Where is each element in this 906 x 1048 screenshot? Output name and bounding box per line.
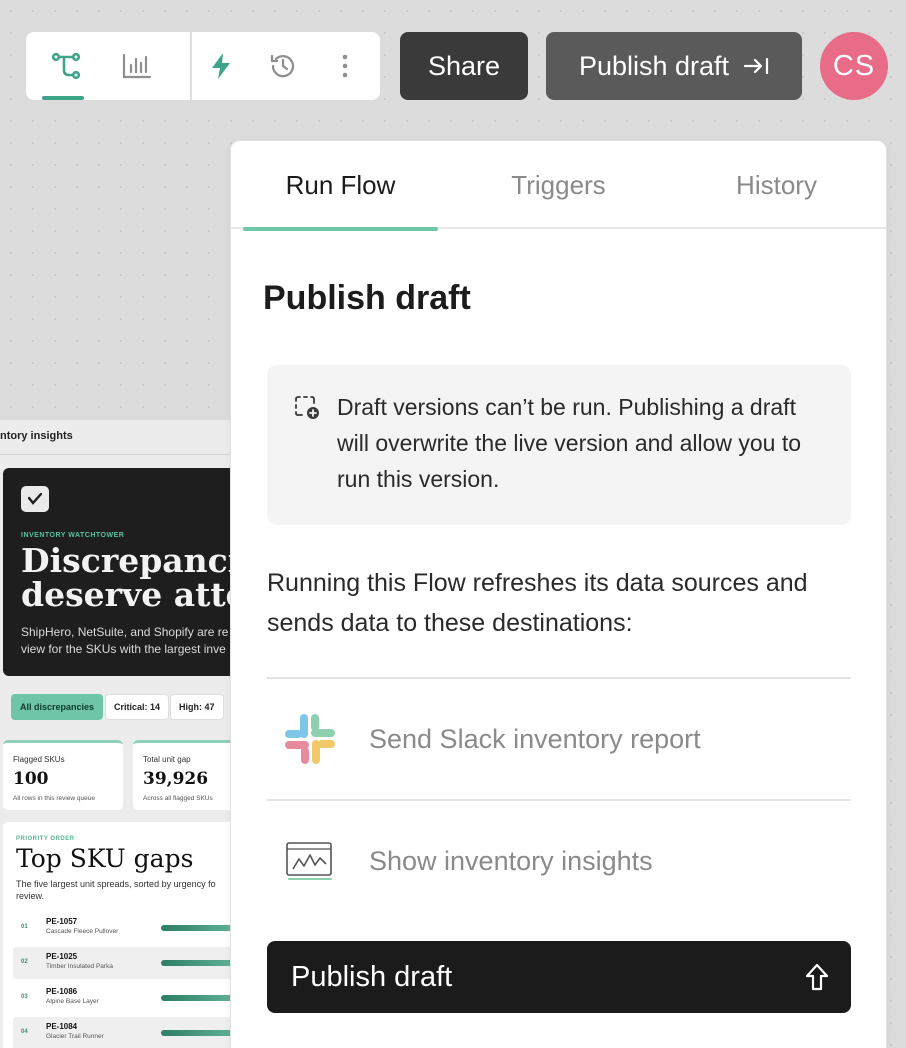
- hero-subtitle: ShipHero, NetSuite, and Shopify are re v…: [21, 624, 228, 658]
- gap-sku: PE-1086: [46, 987, 78, 996]
- destinations-intro: Running this Flow refreshes its data sou…: [267, 569, 808, 637]
- flow-toolbar: [26, 32, 380, 100]
- chip-all-discrepancies[interactable]: All discrepancies: [11, 694, 104, 720]
- hero-title-line1: Discrepancie: [21, 541, 232, 580]
- gap-name: Cascade Fleece Pullover: [46, 928, 119, 935]
- run-flow-panel: Run Flow Triggers History Publish draft …: [230, 140, 887, 1048]
- report-divider: [0, 454, 232, 455]
- chip-critical[interactable]: Critical: 14: [105, 694, 170, 720]
- destination-slack[interactable]: Send Slack inventory report: [267, 679, 851, 799]
- stat-card-flagged: Flagged SKUs 100 All rows in this review…: [3, 740, 123, 810]
- stat-note: Across all flagged SKUs: [143, 795, 213, 802]
- gap-bar: [161, 960, 232, 966]
- gap-bar: [161, 925, 232, 931]
- gap-name: Glacier Trail Runner: [46, 1033, 104, 1040]
- history-button[interactable]: [252, 32, 314, 100]
- gaps-title: Top SKU gaps: [16, 844, 194, 873]
- hero-title: Discrepancie deserve atter: [21, 544, 232, 612]
- logo-icon: [21, 486, 49, 512]
- draft-add-icon: [295, 396, 319, 419]
- hero-eyebrow: INVENTORY WATCHTOWER: [21, 532, 125, 539]
- destination-label: Show inventory insights: [369, 845, 653, 876]
- arrow-to-right-icon: [743, 57, 769, 75]
- more-vertical-icon: [342, 54, 348, 78]
- publish-draft-label: Publish draft: [291, 960, 453, 993]
- stat-label: Flagged SKUs: [13, 755, 65, 764]
- history-icon: [270, 54, 295, 78]
- bar-chart-icon: [122, 53, 152, 79]
- share-button[interactable]: Share: [400, 32, 528, 100]
- hero-sub-line2: view for the SKUs with the largest inve: [21, 642, 226, 656]
- tab-history[interactable]: History: [679, 141, 874, 229]
- publish-draft-top-label: Publish draft: [578, 50, 730, 81]
- dashboard-chart-icon: [286, 842, 332, 880]
- draft-notice: Draft versions can’t be run. Publishing …: [267, 365, 851, 525]
- user-avatar[interactable]: CS: [820, 32, 888, 100]
- gaps-eyebrow: PRIORITY ORDER: [16, 836, 75, 842]
- stat-note: All rows in this review queue: [13, 795, 96, 802]
- destination-insights[interactable]: Show inventory insights: [267, 801, 851, 921]
- tab-triggers[interactable]: Triggers: [461, 141, 656, 229]
- stat-label: Total unit gap: [143, 755, 191, 764]
- gap-bar: [161, 1030, 232, 1036]
- stat-value: 39,926: [143, 769, 209, 789]
- gap-rank: 03: [21, 994, 28, 1000]
- report-hero: INVENTORY WATCHTOWER Discrepancie deserv…: [3, 468, 232, 676]
- gap-bar: [161, 995, 232, 1001]
- tab-run-flow[interactable]: Run Flow: [243, 141, 438, 231]
- table-row: 01 PE-1057 Cascade Fleece Pullover: [13, 912, 232, 944]
- chip-high[interactable]: High: 47: [170, 694, 224, 720]
- slack-icon: [285, 714, 335, 764]
- panel-title: Publish draft: [263, 279, 471, 317]
- tab-flow-editor[interactable]: [26, 32, 106, 100]
- filter-chips: All discrepancies Critical: 14 High: 47: [3, 686, 232, 726]
- gap-sku: PE-1025: [46, 952, 78, 961]
- hero-sub-line1: ShipHero, NetSuite, and Shopify are re: [21, 625, 229, 639]
- gap-rank: 02: [21, 959, 28, 965]
- table-row: 04 PE-1084 Glacier Trail Runner: [13, 1017, 232, 1048]
- publish-draft-button[interactable]: Publish draft: [267, 941, 851, 1013]
- tab-insights[interactable]: [106, 32, 168, 100]
- gap-sku: PE-1057: [46, 917, 78, 926]
- stat-card-unit-gap: Total unit gap 39,926 Across all flagged…: [133, 740, 232, 810]
- draft-notice-text: Draft versions can’t be run. Publishing …: [337, 394, 802, 492]
- gap-rank: 04: [21, 1029, 28, 1035]
- table-row: 02 PE-1025 Timber Insulated Parka: [13, 947, 232, 979]
- publish-draft-top-button[interactable]: Publish draft: [546, 32, 802, 100]
- lightning-icon: [212, 53, 230, 79]
- stat-value: 100: [13, 769, 49, 789]
- run-button[interactable]: [190, 32, 252, 100]
- table-row: 03 PE-1086 Alpine Base Layer: [13, 982, 232, 1014]
- gap-name: Timber Insulated Parka: [46, 963, 113, 970]
- report-preview: ntory insights INVENTORY WATCHTOWER Disc…: [0, 420, 232, 1048]
- gap-rank: 01: [21, 924, 28, 930]
- more-options-button[interactable]: [314, 32, 376, 100]
- hero-title-line2: deserve atter: [21, 575, 232, 614]
- arrow-up-icon: [805, 963, 829, 991]
- destination-label: Send Slack inventory report: [369, 723, 701, 754]
- panel-tabs: Run Flow Triggers History: [231, 141, 886, 231]
- report-title: ntory insights: [0, 430, 73, 442]
- top-gaps-card: PRIORITY ORDER Top SKU gaps The five lar…: [3, 822, 232, 1048]
- flow-branch-icon: [51, 52, 81, 80]
- gap-name: Alpine Base Layer: [46, 998, 99, 1005]
- gaps-description: The five largest unit spreads, sorted by…: [16, 879, 216, 901]
- gap-sku: PE-1084: [46, 1022, 78, 1031]
